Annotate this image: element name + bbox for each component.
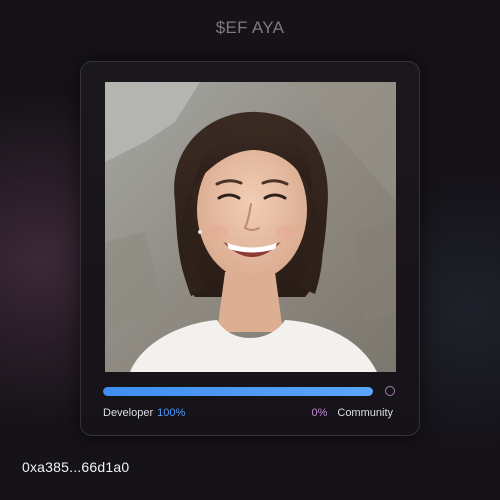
developer-label: Developer bbox=[103, 407, 154, 419]
token-title: $EF AYA bbox=[215, 18, 285, 37]
community-label: Community bbox=[337, 407, 393, 419]
portrait-image bbox=[105, 82, 396, 372]
portrait-illustration bbox=[105, 82, 396, 372]
developer-percent: 100% bbox=[157, 407, 186, 419]
community-legend: 0% Community bbox=[311, 407, 393, 419]
allocation-progress-bar bbox=[103, 387, 373, 396]
developer-allocation-fill bbox=[103, 387, 373, 396]
token-card[interactable]: Developer 100% 0% Community bbox=[80, 61, 420, 436]
community-indicator-icon bbox=[385, 386, 395, 396]
developer-legend: Developer 100% bbox=[103, 407, 185, 419]
community-percent: 0% bbox=[311, 407, 328, 419]
wallet-address[interactable]: 0xa385...66d1a0 bbox=[22, 459, 129, 475]
